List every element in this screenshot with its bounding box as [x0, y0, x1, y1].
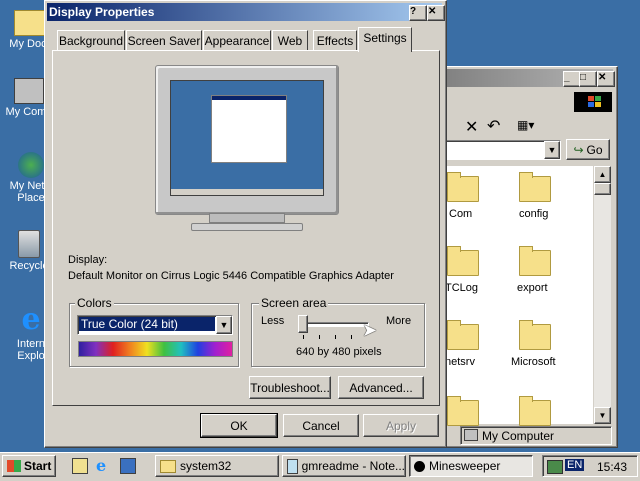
- scroll-down-button[interactable]: ▼: [594, 407, 611, 424]
- taskbar-item-notepad[interactable]: gmreadme - Note...: [282, 455, 406, 477]
- folder-icon: [14, 10, 48, 36]
- display-adapter-text: Default Monitor on Cirrus Logic 5446 Com…: [68, 270, 394, 282]
- troubleshoot-button[interactable]: Troubleshoot...: [249, 376, 331, 399]
- monitor-base: [191, 223, 303, 231]
- mouse-cursor-icon: ➤: [362, 320, 378, 340]
- language-indicator[interactable]: EN: [565, 459, 585, 471]
- notepad-icon: [287, 458, 298, 474]
- mine-icon: [414, 460, 425, 472]
- colors-dropdown-button[interactable]: ▼: [216, 316, 232, 334]
- my-computer-icon: [464, 429, 478, 441]
- windows-logo-icon: [574, 92, 612, 112]
- vertical-scrollbar[interactable]: ▲ ▼: [594, 166, 611, 424]
- computer-icon: [14, 78, 44, 104]
- colors-selected-value: True Color (24 bit): [79, 317, 215, 331]
- dialog-title-bar[interactable]: Display Properties ? ✕: [47, 3, 445, 21]
- explorer-toolbar: ✕ ↶ ▦▾: [441, 114, 613, 138]
- desktop-icon-label: Explo: [17, 350, 45, 362]
- colors-select[interactable]: True Color (24 bit) ▼: [77, 315, 233, 335]
- desktop-icon-label: Recycle: [9, 260, 49, 272]
- colors-label: Colors: [75, 296, 114, 310]
- clock[interactable]: 15:43: [597, 460, 627, 474]
- views-icon[interactable]: ▦▾: [517, 118, 534, 132]
- folder-icon[interactable]: [519, 320, 551, 350]
- slider-more-label: More: [386, 315, 412, 327]
- outlook-express-icon[interactable]: [120, 458, 136, 474]
- folder-icon[interactable]: [447, 246, 479, 276]
- display-caption: Display:: [68, 254, 108, 266]
- screen-area-label: Screen area: [259, 296, 329, 310]
- apply-button[interactable]: Apply: [363, 414, 439, 437]
- system-tray: EN 15:43: [542, 455, 638, 477]
- ok-button[interactable]: OK: [200, 413, 278, 438]
- address-dropdown-button[interactable]: ▼: [544, 141, 560, 159]
- folder-icon[interactable]: [519, 396, 551, 426]
- desktop-icon-label: Intern: [16, 338, 46, 350]
- folder-icon[interactable]: [447, 396, 479, 426]
- internet-explorer-icon: e: [21, 302, 41, 337]
- taskbar-item-minesweeper[interactable]: Minesweeper: [409, 455, 533, 477]
- slider-thumb[interactable]: [298, 315, 308, 333]
- desktop-icon-label: Place: [17, 192, 45, 204]
- folder-label[interactable]: config: [519, 208, 548, 220]
- color-spectrum-bar: [78, 341, 233, 357]
- quick-launch: e: [64, 456, 144, 476]
- explorer-title-bar[interactable]: _ □ ✕: [441, 69, 615, 87]
- tab-appearance[interactable]: Appearance: [203, 30, 271, 50]
- colors-groupbox: [69, 303, 239, 367]
- go-button[interactable]: ↪ Go: [566, 139, 610, 160]
- folder-icon[interactable]: [519, 246, 551, 276]
- scroll-up-button[interactable]: ▲: [594, 166, 611, 183]
- tab-screen-saver[interactable]: Screen Saver: [126, 30, 202, 50]
- preview-taskbar: [171, 189, 323, 195]
- preview-window: [211, 95, 287, 163]
- monitor-stand: [209, 213, 285, 223]
- undo-icon[interactable]: ↶: [487, 116, 500, 136]
- folder-label[interactable]: TCLog: [445, 282, 478, 294]
- show-desktop-icon[interactable]: [72, 458, 88, 474]
- monitor-preview: [155, 65, 339, 215]
- settings-panel: Display: Default Monitor on Cirrus Logic…: [52, 50, 440, 406]
- monitor-screen: [170, 80, 324, 196]
- close-button[interactable]: ✕: [427, 5, 445, 21]
- windows-flag-icon: [7, 460, 21, 472]
- close-button[interactable]: ✕: [597, 71, 615, 87]
- taskbar-item-system32[interactable]: system32: [155, 455, 279, 477]
- maximize-button[interactable]: □: [579, 71, 597, 87]
- folder-label[interactable]: export: [517, 282, 548, 294]
- folder-icon: [160, 459, 176, 473]
- advanced-button[interactable]: Advanced...: [338, 376, 424, 399]
- cancel-button[interactable]: Cancel: [283, 414, 359, 437]
- network-icon: [18, 152, 44, 178]
- address-bar[interactable]: ▼: [441, 140, 561, 160]
- tab-effects[interactable]: Effects: [313, 30, 357, 50]
- help-button[interactable]: ?: [409, 5, 427, 21]
- folder-icon[interactable]: [447, 172, 479, 202]
- folder-icon[interactable]: [447, 320, 479, 350]
- dialog-title: Display Properties: [49, 5, 155, 19]
- file-list: Com config TCLog export netsrv Microsoft: [441, 166, 593, 426]
- slider-ticks: [303, 335, 367, 339]
- scroll-thumb[interactable]: [594, 183, 611, 195]
- tab-background[interactable]: Background: [57, 30, 125, 50]
- folder-icon[interactable]: [519, 172, 551, 202]
- go-arrow-icon: ↪: [573, 142, 584, 157]
- tab-web[interactable]: Web: [272, 30, 308, 50]
- folder-label[interactable]: Com: [449, 208, 472, 220]
- slider-less-label: Less: [261, 315, 285, 327]
- internet-explorer-icon[interactable]: e: [96, 456, 106, 475]
- slider-track[interactable]: [301, 322, 369, 327]
- status-bar-location: My Computer: [460, 426, 612, 445]
- tab-settings[interactable]: Settings: [358, 27, 412, 52]
- folder-label[interactable]: Microsoft: [511, 356, 556, 368]
- delete-icon[interactable]: ✕: [465, 117, 478, 137]
- folder-label[interactable]: netsrv: [445, 356, 475, 368]
- screen-resolution-text: 640 by 480 pixels: [296, 346, 382, 358]
- network-tray-icon[interactable]: [547, 460, 563, 474]
- start-button[interactable]: Start: [2, 455, 56, 477]
- recycle-bin-icon: [18, 230, 40, 258]
